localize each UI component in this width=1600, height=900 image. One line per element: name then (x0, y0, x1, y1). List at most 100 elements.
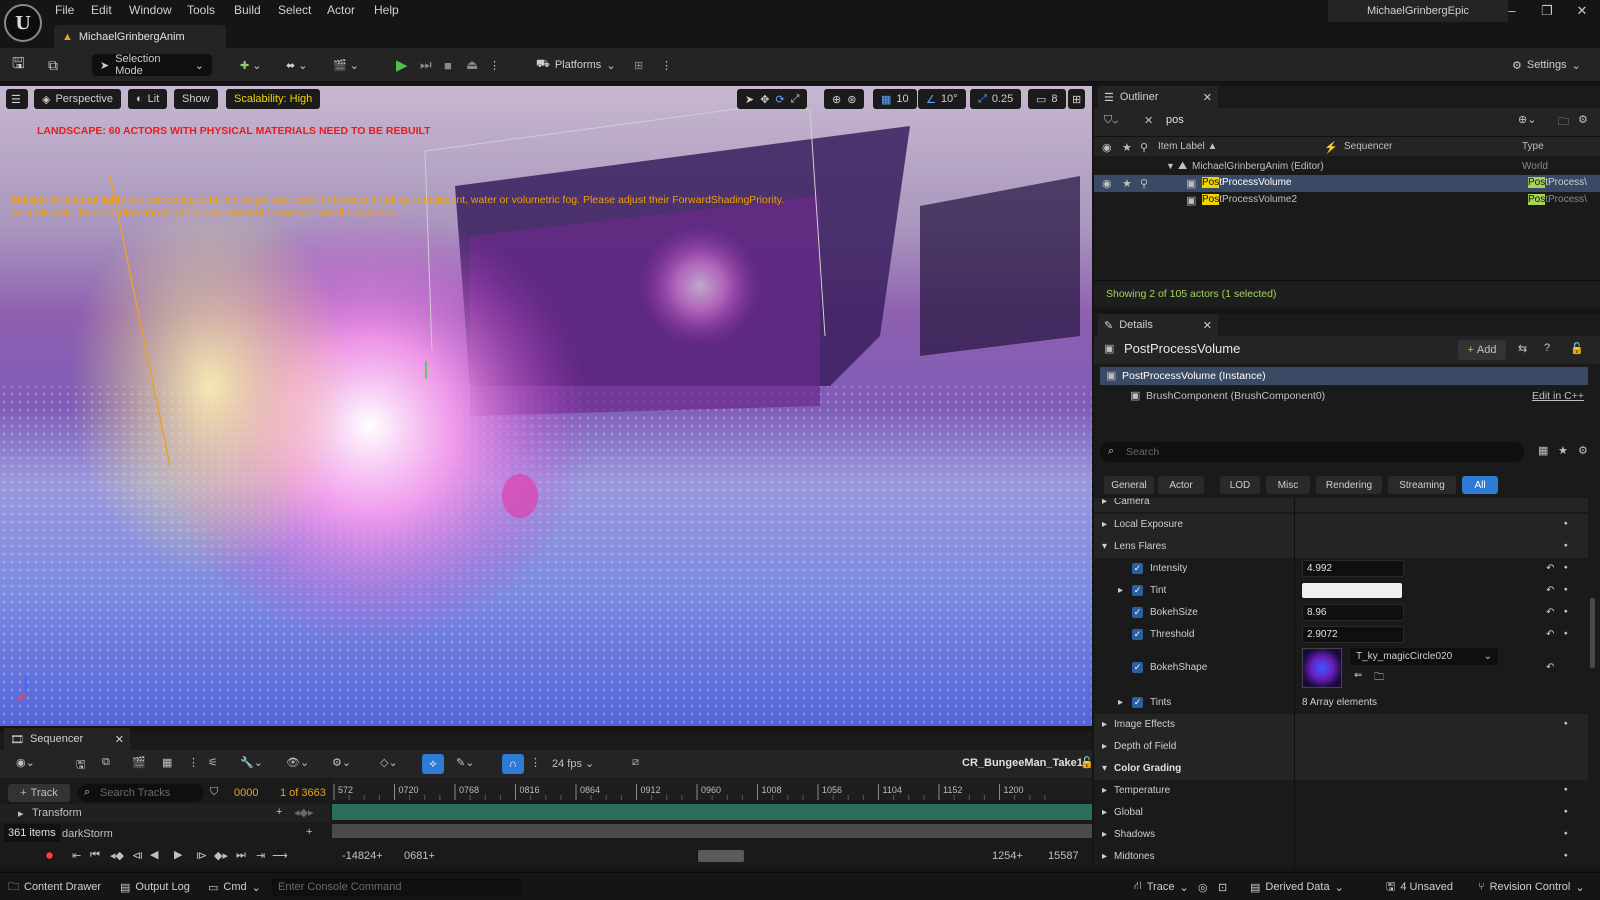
edit-in-cpp-link[interactable]: Edit in C++ (1532, 390, 1584, 402)
add-filter-icon[interactable]: ⊕⌄ (1518, 113, 1536, 126)
save-icon[interactable]: 🖫 (76, 756, 85, 775)
tree-row-postprocess-1[interactable]: ◉ ★ ⚲ ▣ PostProcessVolume PostProcess\ (1094, 175, 1600, 192)
surface-snap-icon[interactable]: ⊛ (847, 93, 856, 106)
add-actor-button[interactable]: ✚ ⌄ (240, 54, 261, 76)
details-scrollbar[interactable] (1590, 598, 1595, 668)
derived-data-dropdown[interactable]: ▤ Derived Data ⌄ (1250, 878, 1344, 896)
curve-editor-icon[interactable]: ⧄ (632, 756, 639, 769)
range-end[interactable]: 15587 (1048, 850, 1079, 862)
key-icon[interactable]: ⬩ (1564, 518, 1568, 529)
key-icon[interactable]: ⬩ (1564, 628, 1568, 639)
component-instance-row[interactable]: ▣ PostProcessVolume (Instance) (1100, 367, 1588, 385)
camera-speed-button[interactable]: ▭ 8 (1028, 89, 1066, 109)
close-icon[interactable]: ✕ (1203, 91, 1212, 104)
column-divider[interactable] (1294, 498, 1295, 868)
scale-tool-icon[interactable]: ⤢ (791, 93, 800, 106)
menu-edit[interactable]: Edit (91, 3, 112, 17)
use-selected-icon[interactable]: ⇐ (1354, 670, 1362, 681)
menu-select[interactable]: Select (278, 3, 311, 17)
folder-icon[interactable]: 🗀 (1558, 113, 1569, 132)
section-local-exposure[interactable]: ▸ Local Exposure ⬩ (1094, 514, 1588, 536)
expand-icon[interactable]: ▸ (1118, 585, 1123, 596)
gear-icon[interactable]: ⚙ (1578, 113, 1588, 126)
level-viewport[interactable]: ☰ ◈ Perspective ◐ Lit Show Scalability: Hi… (0, 86, 1092, 726)
tree-row-postprocess-2[interactable]: ▣ PostProcessVolume2 PostProcess\ (1094, 192, 1600, 209)
pencil-icon[interactable]: ✎⌄ (456, 756, 474, 769)
cinematics-button[interactable]: 🎬 ⌄ (333, 54, 359, 76)
add-track-button[interactable]: + Track (8, 784, 70, 802)
insights-icon[interactable]: ⊡ (1218, 878, 1227, 896)
key-icon[interactable]: ⬩ (1564, 828, 1568, 839)
transform-section[interactable] (332, 804, 1092, 820)
lock-icon[interactable]: ⊞ (634, 54, 643, 76)
level-tab[interactable]: ▲ MichaelGrinbergAnim (54, 25, 226, 48)
darkstorm-section[interactable] (332, 824, 1092, 838)
range-start[interactable]: -14824+ (342, 850, 383, 862)
bokeh-size-checkbox[interactable]: ✓ (1132, 607, 1143, 618)
wrench-icon[interactable]: 🔧⌄ (240, 756, 263, 769)
filter-lod[interactable]: LOD (1220, 476, 1260, 494)
output-log-button[interactable]: ▤ Output Log (120, 878, 190, 896)
menu-actor[interactable]: Actor (327, 3, 355, 17)
reset-icon[interactable]: ↶ (1546, 585, 1554, 596)
step-icon[interactable]: ⏭ (420, 54, 432, 76)
section-color-grading[interactable]: ▾ Color Grading (1094, 758, 1588, 780)
unsaved-button[interactable]: 🖫 4 Unsaved (1386, 878, 1453, 896)
range-out[interactable]: 1254+ (992, 850, 1023, 862)
expand-icon[interactable]: ▸ (1118, 697, 1123, 708)
snap-icon[interactable]: ∩ (502, 754, 524, 774)
close-icon[interactable]: ✕ (115, 733, 124, 746)
intensity-checkbox[interactable]: ✓ (1132, 563, 1143, 574)
help-icon[interactable]: ? (1544, 342, 1550, 354)
menu-window[interactable]: Window (129, 3, 172, 17)
content-drawer-button[interactable]: 🗀 Content Drawer (8, 878, 101, 896)
bokeh-size-input[interactable]: 8.96 (1302, 604, 1404, 621)
pin-icon[interactable]: ⚲ (1140, 177, 1148, 190)
blueprint-button[interactable]: ⬌ ⌄ (286, 54, 307, 76)
world-icon[interactable]: ◉⌄ (16, 756, 35, 769)
outliner-search-input[interactable]: pos (1166, 114, 1184, 126)
collapse-icon[interactable]: ▼ (1166, 161, 1175, 171)
key-icon[interactable]: ◇⌄ (380, 756, 398, 769)
search-tracks-input[interactable]: ⌕ Search Tracks (78, 784, 204, 802)
platforms-button[interactable]: ⛟ Platforms ⌄ (536, 54, 616, 76)
col-item-label[interactable]: Item Label ▲ (1158, 141, 1217, 152)
revision-control-dropdown[interactable]: ⑂ Revision Control ⌄ (1478, 878, 1585, 896)
add-component-button[interactable]: + Add (1458, 340, 1506, 360)
section-camera[interactable]: ▸ Camera (1094, 498, 1588, 512)
key-icon[interactable]: ⬩ (1564, 584, 1568, 595)
col-type[interactable]: Type (1522, 141, 1544, 152)
filter-misc[interactable]: Misc (1266, 476, 1310, 494)
minimize-icon[interactable]: – (1500, 3, 1524, 23)
texture-asset-dropdown[interactable]: T_ky_magicCircle020 ⌄ (1350, 648, 1498, 665)
tints-checkbox[interactable]: ✓ (1132, 697, 1143, 708)
section-shadows[interactable]: ▸ Shadows ⬩ (1094, 824, 1588, 846)
filter-icon[interactable]: ⛉ (210, 786, 218, 799)
texture-thumbnail[interactable] (1302, 648, 1342, 688)
layout-icon[interactable]: ⊞ (1068, 89, 1086, 109)
pin-icon[interactable]: ⚲ (1140, 141, 1148, 154)
blueprint-icon[interactable]: ⇆ (1518, 342, 1527, 355)
view-options-icon[interactable]: 👁⌄ (286, 756, 309, 769)
more-icon[interactable]: ⋮ (530, 756, 541, 769)
prev-key-icon[interactable]: ⏮ (90, 849, 100, 862)
play-icon[interactable]: ▶ (174, 848, 182, 861)
timeline-scrollbar[interactable] (698, 850, 744, 862)
jump-end-icon[interactable]: ⇥ (256, 849, 265, 862)
filter-actor[interactable]: Actor (1158, 476, 1204, 494)
step-back-icon[interactable]: ⧏ (132, 849, 143, 862)
lock-icon[interactable]: 🔓 (1570, 342, 1584, 355)
save-as-icon[interactable]: ⧉ (102, 756, 110, 769)
console-input[interactable]: Enter Console Command (272, 878, 522, 896)
scalability-button[interactable]: Scalability: High (226, 89, 321, 109)
unreal-logo-icon[interactable]: U (4, 4, 42, 42)
scale-snap-button[interactable]: ⤢ 0.25 (970, 89, 1022, 109)
step-forward-icon[interactable]: ⧐ (196, 849, 207, 862)
selection-mode-button[interactable]: ➤ Selection Mode ⌄ (92, 53, 212, 77)
bokeh-shape-checkbox[interactable]: ✓ (1132, 662, 1143, 673)
select-tool-icon[interactable]: ➤ (745, 93, 754, 106)
key-icon[interactable]: ⬩ (1564, 562, 1568, 573)
save-icon[interactable]: 🖫 (12, 54, 25, 76)
menu-tools[interactable]: Tools (187, 3, 215, 17)
restore-icon[interactable]: ❐ (1535, 3, 1559, 23)
